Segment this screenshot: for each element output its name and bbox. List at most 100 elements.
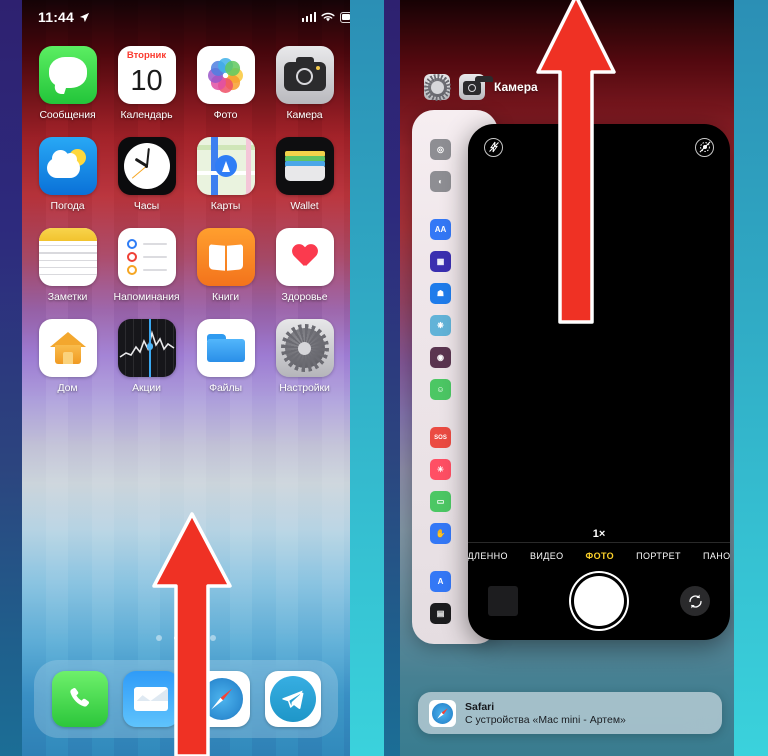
- sos-icon[interactable]: SOS: [430, 427, 451, 448]
- app-label: Часы: [133, 200, 160, 212]
- calendar-day: 10: [130, 65, 163, 97]
- calendar-icon: Вторник 10: [117, 46, 176, 104]
- control-center-icon[interactable]: ◎: [430, 139, 451, 160]
- app-label: Сообщения: [39, 109, 96, 121]
- camera-mode-active[interactable]: ФОТО: [586, 551, 615, 561]
- reminders-icon: [117, 228, 176, 286]
- left-panel-home-screen: 11:44 Сообщения Вторник 10 Календарь Фот…: [0, 0, 384, 756]
- settings-group: ⚿: [430, 642, 451, 644]
- exposure-notifications-icon[interactable]: ✳: [430, 459, 451, 480]
- flash-off-icon[interactable]: [484, 137, 503, 157]
- settings-group: AA ▦ ☗ ❋ ◉ ☺: [430, 210, 451, 409]
- wallet-settings-icon[interactable]: ▤: [430, 603, 451, 624]
- app-label: Камера: [286, 109, 323, 121]
- app-calendar[interactable]: Вторник 10 Календарь: [107, 46, 186, 121]
- app-files[interactable]: Файлы: [186, 319, 265, 394]
- books-icon: [196, 228, 255, 286]
- settings-icon: [275, 319, 334, 377]
- stocks-icon: [117, 319, 176, 377]
- text-size-icon[interactable]: AA: [430, 219, 451, 240]
- home-screen-icon[interactable]: ▦: [430, 251, 451, 272]
- app-maps[interactable]: Карты: [186, 137, 265, 212]
- status-time: 11:44: [38, 9, 75, 25]
- app-photos[interactable]: Фото: [186, 46, 265, 121]
- calendar-weekday: Вторник: [126, 50, 167, 61]
- right-panel-app-switcher: Камера ◎◐AA▦☗❋◉☺SOS✳▭✋A▤⚿: [384, 0, 768, 756]
- app-books[interactable]: Книги: [186, 228, 265, 303]
- health-icon: [275, 228, 334, 286]
- wallpaper-icon[interactable]: ❋: [430, 315, 451, 336]
- app-wallet[interactable]: Wallet: [265, 137, 344, 212]
- app-label: Дом: [57, 382, 78, 394]
- handoff-title: Safari: [465, 700, 495, 713]
- settings-icon[interactable]: [423, 73, 451, 101]
- camera-mode-item[interactable]: ПОРТРЕТ: [636, 551, 681, 561]
- app-label: Карты: [210, 200, 241, 212]
- camera-mode-item[interactable]: ПАНОРАМА: [703, 551, 730, 561]
- battery-settings-icon[interactable]: ▭: [430, 491, 451, 512]
- messages-icon: [38, 46, 97, 104]
- photos-icon: [196, 46, 255, 104]
- screenshot-stage: 11:44 Сообщения Вторник 10 Календарь Фот…: [0, 0, 768, 756]
- left-panel-right-edge-strip: [350, 0, 384, 756]
- location-arrow-icon: [79, 12, 90, 22]
- cellular-signal-icon: [301, 12, 316, 22]
- left-edge-strip: [0, 0, 22, 756]
- face-id-icon[interactable]: ☺: [430, 379, 451, 400]
- live-photo-off-icon[interactable]: [695, 137, 714, 157]
- wifi-icon: [321, 12, 335, 21]
- maps-icon: [196, 137, 255, 195]
- shutter-button[interactable]: [574, 576, 624, 626]
- telegram-icon[interactable]: [264, 671, 321, 727]
- app-label: Wallet: [290, 200, 319, 212]
- app-label: Здоровье: [281, 291, 328, 303]
- weather-icon: [38, 137, 97, 195]
- handoff-banner[interactable]: Safari С устройства «Mac mini - Артем»: [418, 692, 722, 734]
- camera-zoom-level[interactable]: 1×: [468, 528, 730, 540]
- privacy-hand-icon[interactable]: ✋: [430, 523, 451, 544]
- camera-mode-selector[interactable]: ЗАМЕДЛЕННО ВИДЕО ФОТО ПОРТРЕТ ПАНОРАМА: [468, 542, 730, 568]
- app-camera[interactable]: Камера: [265, 46, 344, 121]
- photos-petal: [225, 60, 241, 76]
- status-bar: 11:44: [22, 0, 384, 34]
- app-weather[interactable]: Погода: [28, 137, 107, 212]
- phone-icon[interactable]: [51, 671, 108, 727]
- camera-icon: [275, 46, 334, 104]
- app-clock[interactable]: Часы: [107, 137, 186, 212]
- swipe-up-arrow-icon: [150, 510, 234, 756]
- app-label: Фото: [213, 109, 238, 121]
- files-icon: [196, 319, 255, 377]
- handoff-text: Safari С устройства «Mac mini - Артем»: [465, 701, 626, 726]
- settings-group: ◎ ◐: [430, 130, 451, 201]
- app-store-icon[interactable]: A: [430, 571, 451, 592]
- app-label: Настройки: [279, 382, 330, 394]
- notes-icon: [38, 228, 97, 286]
- wallet-icon: [275, 137, 334, 195]
- app-label: Заметки: [47, 291, 88, 303]
- app-home[interactable]: Дом: [28, 319, 107, 394]
- app-stocks[interactable]: Акции: [107, 319, 186, 394]
- app-reminders[interactable]: Напоминания: [107, 228, 186, 303]
- safari-icon: [429, 699, 456, 727]
- camera-mode-item[interactable]: ВИДЕО: [530, 551, 564, 561]
- camera-bottom-controls: [468, 572, 730, 630]
- app-health[interactable]: Здоровье: [265, 228, 344, 303]
- gallery-thumbnail[interactable]: [488, 586, 518, 616]
- app-notes[interactable]: Заметки: [28, 228, 107, 303]
- app-label: Погода: [50, 200, 85, 212]
- flip-camera-icon[interactable]: [680, 586, 710, 616]
- app-messages[interactable]: Сообщения: [28, 46, 107, 121]
- switcher-app-label: Камера: [494, 80, 538, 94]
- siri-search-icon[interactable]: ◉: [430, 347, 451, 368]
- display-brightness-icon[interactable]: ◐: [430, 171, 451, 192]
- camera-icon[interactable]: [459, 74, 493, 100]
- app-label: Напоминания: [113, 291, 180, 303]
- switcher-header: Камера: [423, 73, 538, 101]
- clock-icon: [117, 137, 176, 195]
- handoff-subtitle: С устройства «Mac mini - Артем»: [465, 713, 626, 726]
- accessibility-icon[interactable]: ☗: [430, 283, 451, 304]
- swipe-up-arrow-icon: [534, 0, 618, 324]
- home-app-grid: Сообщения Вторник 10 Календарь Фото Каме…: [22, 46, 350, 394]
- app-settings[interactable]: Настройки: [265, 319, 344, 394]
- camera-mode-item[interactable]: ЗАМЕДЛЕННО: [468, 551, 508, 561]
